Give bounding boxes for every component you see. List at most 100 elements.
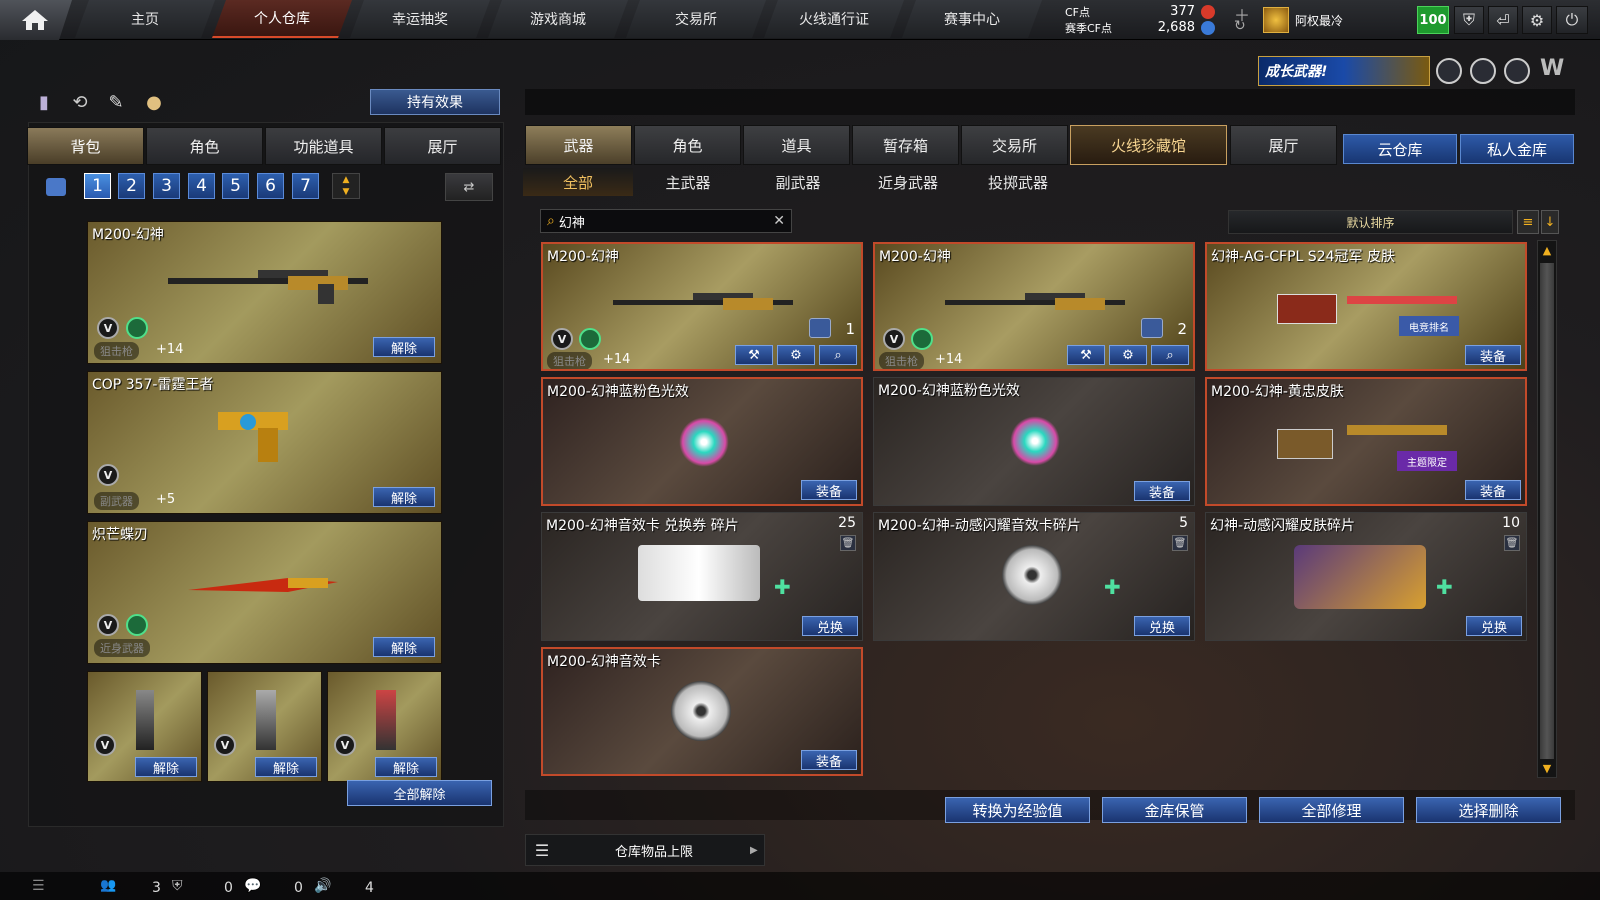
equip-button[interactable]: 装备 xyxy=(801,480,857,500)
subtab-throwable[interactable]: 投掷武器 xyxy=(963,168,1073,196)
scrollbar[interactable]: ▲ ▼ xyxy=(1537,240,1557,778)
sort-dropdown[interactable]: 默认排序 xyxy=(1228,210,1513,234)
unequip-button[interactable]: 解除 xyxy=(373,487,435,507)
delete-icon[interactable]: 🗑 xyxy=(1504,535,1520,551)
right-tab-exchange[interactable]: 交易所 xyxy=(961,125,1068,165)
nav-tab-warehouse[interactable]: 个人仓库 xyxy=(212,0,352,38)
inspect-icon[interactable]: ⌕ xyxy=(1151,345,1189,365)
scroll-down-icon[interactable]: ▼ xyxy=(1539,760,1555,776)
right-tab-collection[interactable]: 火线珍藏馆 xyxy=(1070,125,1227,165)
subtab-secondary[interactable]: 副武器 xyxy=(743,168,853,196)
nav-tab-events[interactable]: 赛事中心 xyxy=(902,0,1042,38)
menu-icon[interactable]: ☰ xyxy=(32,878,45,894)
chat-icon[interactable]: 💬 xyxy=(244,878,261,894)
subtab-primary[interactable]: 主武器 xyxy=(633,168,743,196)
delete-icon[interactable]: 🗑 xyxy=(1172,535,1188,551)
equipped-item-secondary[interactable]: COP 357-雷霆王者 V 副武器 +5 解除 xyxy=(87,371,442,514)
subtab-melee[interactable]: 近身武器 xyxy=(853,168,963,196)
delete-icon[interactable]: 🗑 xyxy=(840,535,856,551)
promo-banner[interactable]: 成长武器! xyxy=(1258,56,1430,86)
scroll-thumb[interactable] xyxy=(1540,263,1554,759)
equipped-item-primary[interactable]: M200-幻神 V 狙击枪 +14 解除 xyxy=(87,221,442,364)
w-logo-icon[interactable]: W xyxy=(1540,56,1566,82)
power-icon[interactable]: ⏻ xyxy=(1556,6,1588,34)
page-stepper[interactable]: ▲ ▼ xyxy=(332,173,360,199)
paint-icon[interactable]: ✎ xyxy=(104,90,128,114)
left-tab-function[interactable]: 功能道具 xyxy=(265,127,382,165)
unequip-button[interactable]: 解除 xyxy=(373,637,435,657)
unequip-button[interactable]: 解除 xyxy=(375,757,437,777)
settings-icon[interactable]: ⚙ xyxy=(1109,345,1147,365)
hold-effect-button[interactable]: 持有效果 xyxy=(370,89,500,115)
unequip-button[interactable]: 解除 xyxy=(373,337,435,357)
grenade-slot-1[interactable]: V 解除 xyxy=(87,671,202,782)
nav-tab-home[interactable]: 主页 xyxy=(75,0,215,38)
cloud-warehouse-tab[interactable]: 云仓库 xyxy=(1343,134,1457,164)
exit-icon[interactable]: ⏎ xyxy=(1488,6,1518,34)
page-6[interactable]: 6 xyxy=(257,173,284,199)
redeem-button[interactable]: 兑换 xyxy=(1134,616,1190,636)
clear-search-icon[interactable]: ✕ xyxy=(773,213,785,229)
user-box[interactable]: 阿权最冷 xyxy=(1263,4,1403,36)
globe-icon[interactable] xyxy=(1470,58,1496,84)
equip-button[interactable]: 装备 xyxy=(1134,481,1190,501)
weapon-card-1[interactable]: M200-幻神 1 V 狙击枪 +14 ⚒ ⚙ ⌕ xyxy=(541,242,863,371)
redeem-button[interactable]: 兑换 xyxy=(802,616,858,636)
transfer-button[interactable]: ⇄ xyxy=(445,173,493,201)
grenade-slot-3[interactable]: V 解除 xyxy=(327,671,442,782)
page-2[interactable]: 2 xyxy=(118,173,145,199)
skin-card-cfpl[interactable]: 幻神-AG-CFPL S24冠军 皮肤 电竞排名 装备 xyxy=(1205,242,1527,371)
list-view-icon[interactable]: ≡ xyxy=(1517,210,1539,234)
vault-store-button[interactable]: 金库保管 xyxy=(1102,797,1247,823)
capacity-bar[interactable]: ☰ 仓库物品上限 ▶ xyxy=(525,834,765,866)
sound-card[interactable]: M200-幻神音效卡 装备 xyxy=(541,647,863,776)
upgrade-icon[interactable]: ⚒ xyxy=(735,345,773,365)
upgrade-icon[interactable]: ⚒ xyxy=(1067,345,1105,365)
gear-icon[interactable]: ⚙ xyxy=(1522,6,1552,34)
history-icon[interactable]: ⟲ xyxy=(68,90,92,114)
fragment-card-2[interactable]: M200-幻神-动感闪耀音效卡碎片 5 🗑 ✚ 兑换 xyxy=(873,512,1195,641)
convert-exp-button[interactable]: 转换为经验值 xyxy=(945,797,1090,823)
skin-card-huangzhong[interactable]: M200-幻神-黄忠皮肤 主题限定 装备 xyxy=(1205,377,1527,506)
right-tab-storage[interactable]: 暂存箱 xyxy=(852,125,959,165)
nav-tab-exchange[interactable]: 交易所 xyxy=(626,0,766,38)
expand-arrow-icon[interactable]: ▶ xyxy=(750,845,764,856)
scroll-up-icon[interactable]: ▲ xyxy=(1539,242,1555,258)
unequip-button[interactable]: 解除 xyxy=(135,757,197,777)
shield-small-icon[interactable]: ⛨ xyxy=(172,878,183,894)
refresh-icon[interactable]: ↻ xyxy=(1234,18,1246,34)
private-vault-tab[interactable]: 私人金库 xyxy=(1460,134,1574,164)
left-tab-bag[interactable]: 背包 xyxy=(27,127,144,165)
page-7[interactable]: 7 xyxy=(292,173,319,199)
nav-tab-shop[interactable]: 游戏商城 xyxy=(488,0,628,38)
unequip-button[interactable]: 解除 xyxy=(255,757,317,777)
grenade-slot-2[interactable]: V 解除 xyxy=(207,671,322,782)
equipped-item-melee[interactable]: 炽芒蝶刃 V 近身武器 解除 xyxy=(87,521,442,664)
page-1[interactable]: 1 xyxy=(84,173,111,199)
weapon-card-2[interactable]: M200-幻神 2 V 狙击枪 +14 ⚒ ⚙ ⌕ xyxy=(873,242,1195,371)
repair-all-button[interactable]: 全部修理 xyxy=(1259,797,1404,823)
inspect-icon[interactable]: ⌕ xyxy=(819,345,857,365)
equip-button[interactable]: 装备 xyxy=(1465,345,1521,365)
bag-icon[interactable]: ● xyxy=(142,90,166,114)
right-tab-weapon[interactable]: 武器 xyxy=(525,125,632,165)
effect-card-1[interactable]: M200-幻神蓝粉色光效 装备 xyxy=(541,377,863,506)
page-5[interactable]: 5 xyxy=(222,173,249,199)
gift-icon[interactable] xyxy=(1504,58,1530,84)
subtab-all[interactable]: 全部 xyxy=(523,168,633,196)
right-tab-character[interactable]: 角色 xyxy=(634,125,741,165)
equip-button[interactable]: 装备 xyxy=(1465,480,1521,500)
select-delete-button[interactable]: 选择删除 xyxy=(1416,797,1561,823)
redeem-button[interactable]: 兑换 xyxy=(1466,616,1522,636)
equip-button[interactable]: 装备 xyxy=(801,750,857,770)
settings-icon[interactable]: ⚙ xyxy=(777,345,815,365)
page-3[interactable]: 3 xyxy=(153,173,180,199)
badge-v-icon[interactable] xyxy=(1436,58,1462,84)
unequip-all-button[interactable]: 全部解除 xyxy=(347,780,492,806)
right-tab-items[interactable]: 道具 xyxy=(743,125,850,165)
left-tab-character[interactable]: 角色 xyxy=(146,127,263,165)
fragment-card-3[interactable]: 幻神-动感闪耀皮肤碎片 10 🗑 ✚ 兑换 xyxy=(1205,512,1527,641)
sort-direction-icon[interactable]: ↓ xyxy=(1541,210,1559,234)
fragment-card-1[interactable]: M200-幻神音效卡 兑换券 碎片 25 🗑 ✚ 兑换 xyxy=(541,512,863,641)
search-input[interactable]: ⌕ 幻神 ✕ xyxy=(540,209,792,233)
